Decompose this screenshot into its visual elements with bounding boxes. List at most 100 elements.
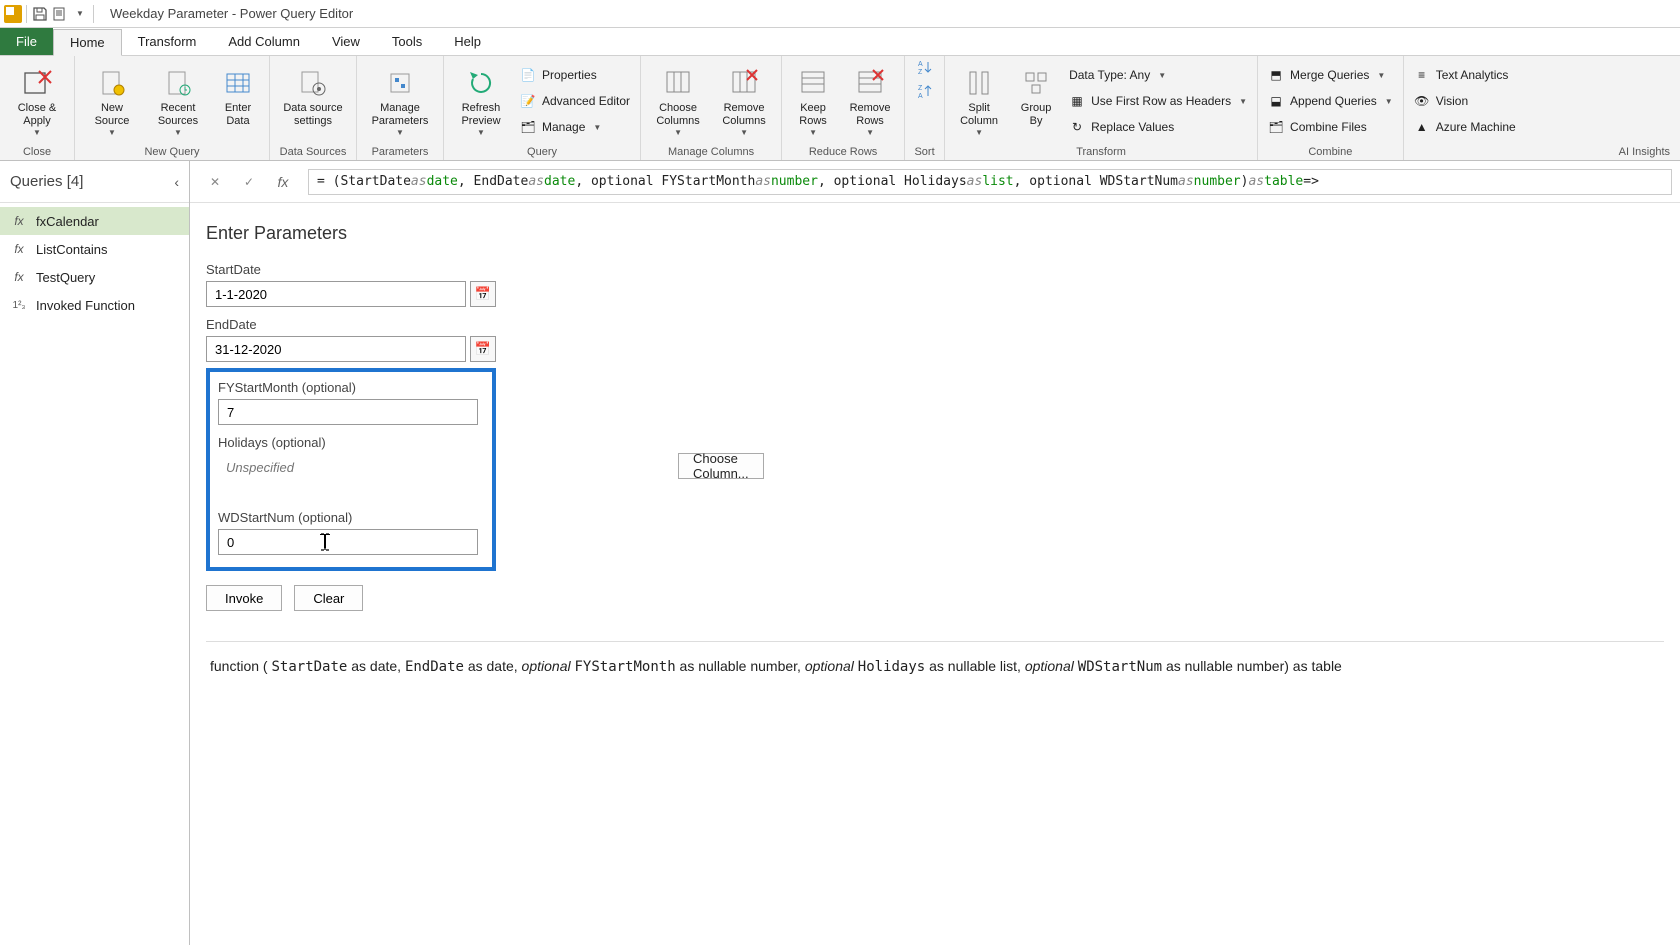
headers-icon: ▦ [1069, 93, 1085, 109]
tab-file[interactable]: File [0, 28, 53, 55]
fx-icon[interactable]: fx [274, 173, 292, 191]
tab-transform[interactable]: Transform [122, 28, 213, 55]
vision-button[interactable]: 👁Vision [1410, 90, 1520, 112]
ribbon-group-transform: Split Column▼ Group By Data Type: Any▼ ▦… [945, 56, 1258, 160]
cancel-formula-icon[interactable]: ✕ [206, 173, 224, 191]
tab-home[interactable]: Home [53, 29, 122, 56]
choose-columns-button[interactable]: Choose Columns▼ [647, 62, 709, 140]
append-queries-button[interactable]: ⬓Append Queries▼ [1264, 90, 1397, 112]
save-icon[interactable] [31, 5, 49, 23]
parameters-title: Enter Parameters [206, 223, 1664, 244]
separator [93, 5, 94, 23]
formula-bar: ✕ ✓ fx = (StartDate as date , EndDate as… [190, 161, 1680, 203]
split-column-button[interactable]: Split Column▼ [951, 62, 1007, 140]
keep-rows-button[interactable]: Keep Rows▼ [788, 62, 838, 140]
remove-columns-button[interactable]: Remove Columns▼ [713, 62, 775, 140]
accept-formula-icon[interactable]: ✓ [240, 173, 258, 191]
recent-sources-icon [161, 66, 195, 100]
enddate-input[interactable] [206, 336, 466, 362]
tab-help[interactable]: Help [438, 28, 497, 55]
enter-data-icon [221, 66, 255, 100]
separator [26, 5, 27, 23]
query-label: ListContains [36, 242, 108, 257]
svg-text:A: A [918, 93, 923, 100]
azure-ml-button[interactable]: ▲Azure Machine [1410, 116, 1520, 138]
ribbon-group-reduce-rows: Keep Rows▼ Remove Rows▼ Reduce Rows [782, 56, 905, 160]
query-item-testquery[interactable]: fx TestQuery [0, 263, 189, 291]
date-picker-icon[interactable]: 📅 [470, 336, 496, 362]
data-type-button[interactable]: Data Type: Any▼ [1065, 64, 1251, 86]
query-label: fxCalendar [36, 214, 99, 229]
advanced-editor-button[interactable]: 📝Advanced Editor [516, 90, 634, 112]
query-item-listcontains[interactable]: fx ListContains [0, 235, 189, 263]
query-item-invoked-function[interactable]: 1²₃ Invoked Function [0, 291, 189, 319]
manage-button[interactable]: 🗂Manage▼ [516, 116, 634, 138]
holidays-label: Holidays (optional) [218, 435, 484, 450]
fystart-input[interactable] [218, 399, 478, 425]
tab-add-column[interactable]: Add Column [212, 28, 316, 55]
query-label: Invoked Function [36, 298, 135, 313]
collapse-pane-icon[interactable]: ‹ [174, 174, 179, 190]
refresh-preview-button[interactable]: Refresh Preview▼ [450, 62, 512, 140]
enter-data-button[interactable]: Enter Data [213, 62, 263, 140]
wdstart-label: WDStartNum (optional) [218, 510, 484, 525]
tab-view[interactable]: View [316, 28, 376, 55]
parameter-area: Enter Parameters StartDate 📅 EndDate 📅 F… [190, 203, 1680, 945]
data-source-settings-button[interactable]: Data source settings [276, 62, 350, 140]
tab-tools[interactable]: Tools [376, 28, 438, 55]
holidays-input[interactable] [218, 454, 478, 480]
close-apply-icon [20, 66, 54, 100]
ribbon-group-parameters: Manage Parameters▼ Parameters [357, 56, 444, 160]
query-label: TestQuery [36, 270, 95, 285]
remove-rows-icon [853, 66, 887, 100]
group-by-icon [1019, 66, 1053, 100]
refresh-icon [464, 66, 498, 100]
svg-text:A: A [918, 61, 923, 68]
svg-text:Z: Z [918, 85, 923, 92]
sort-desc-icon[interactable]: ZA [916, 82, 934, 100]
app-icon [4, 5, 22, 23]
wdstart-input[interactable] [218, 529, 478, 555]
recent-sources-button[interactable]: Recent Sources▼ [147, 62, 209, 140]
manage-parameters-button[interactable]: Manage Parameters▼ [363, 62, 437, 140]
group-by-button[interactable]: Group By [1011, 62, 1061, 140]
qat-caret-icon[interactable]: ▼ [71, 5, 89, 23]
invoke-button[interactable]: Invoke [206, 585, 282, 611]
number-icon: 1²₃ [10, 300, 28, 311]
date-picker-icon[interactable]: 📅 [470, 281, 496, 307]
fystart-label: FYStartMonth (optional) [218, 380, 484, 395]
replace-values-button[interactable]: ↻Replace Values [1065, 116, 1251, 138]
function-icon: fx [10, 214, 28, 228]
main-area: Queries [4] ‹ fx fxCalendar fx ListConta… [0, 161, 1680, 945]
button-row: Invoke Clear [206, 585, 1664, 611]
choose-column-button[interactable]: Choose Column... [678, 453, 764, 479]
queries-pane: Queries [4] ‹ fx fxCalendar fx ListConta… [0, 161, 190, 945]
ribbon: Close & Apply ▼ Close New Source▼ Recent… [0, 56, 1680, 161]
formula-input[interactable]: = (StartDate as date , EndDate as date ,… [308, 169, 1672, 195]
first-row-headers-button[interactable]: ▦Use First Row as Headers▼ [1065, 90, 1251, 112]
caret-icon: ▼ [33, 128, 41, 137]
ribbon-group-manage-columns: Choose Columns▼ Remove Columns▼ Manage C… [641, 56, 782, 160]
ribbon-group-data-sources: Data source settings Data Sources [270, 56, 357, 160]
clear-button[interactable]: Clear [294, 585, 363, 611]
startdate-label: StartDate [206, 262, 1664, 277]
qat-dropdown-icon[interactable] [51, 5, 69, 23]
vision-icon: 👁 [1414, 93, 1430, 109]
ribbon-group-close: Close & Apply ▼ Close [0, 56, 75, 160]
query-item-fxcalendar[interactable]: fx fxCalendar [0, 207, 189, 235]
startdate-input[interactable] [206, 281, 466, 307]
new-source-button[interactable]: New Source▼ [81, 62, 143, 140]
merge-queries-button[interactable]: ⬒Merge Queries▼ [1264, 64, 1397, 86]
close-apply-button[interactable]: Close & Apply ▼ [6, 62, 68, 140]
manage-icon: 🗂 [520, 119, 536, 135]
sort-asc-icon[interactable]: AZ [916, 58, 934, 76]
properties-button[interactable]: 📄Properties [516, 64, 634, 86]
function-icon: fx [10, 270, 28, 284]
editor-icon: 📝 [520, 93, 536, 109]
combine-files-button[interactable]: 🗂Combine Files [1264, 116, 1397, 138]
choose-columns-icon [661, 66, 695, 100]
remove-rows-button[interactable]: Remove Rows▼ [842, 62, 898, 140]
text-analytics-button[interactable]: ≡Text Analytics [1410, 64, 1520, 86]
replace-icon: ↻ [1069, 119, 1085, 135]
remove-columns-icon [727, 66, 761, 100]
